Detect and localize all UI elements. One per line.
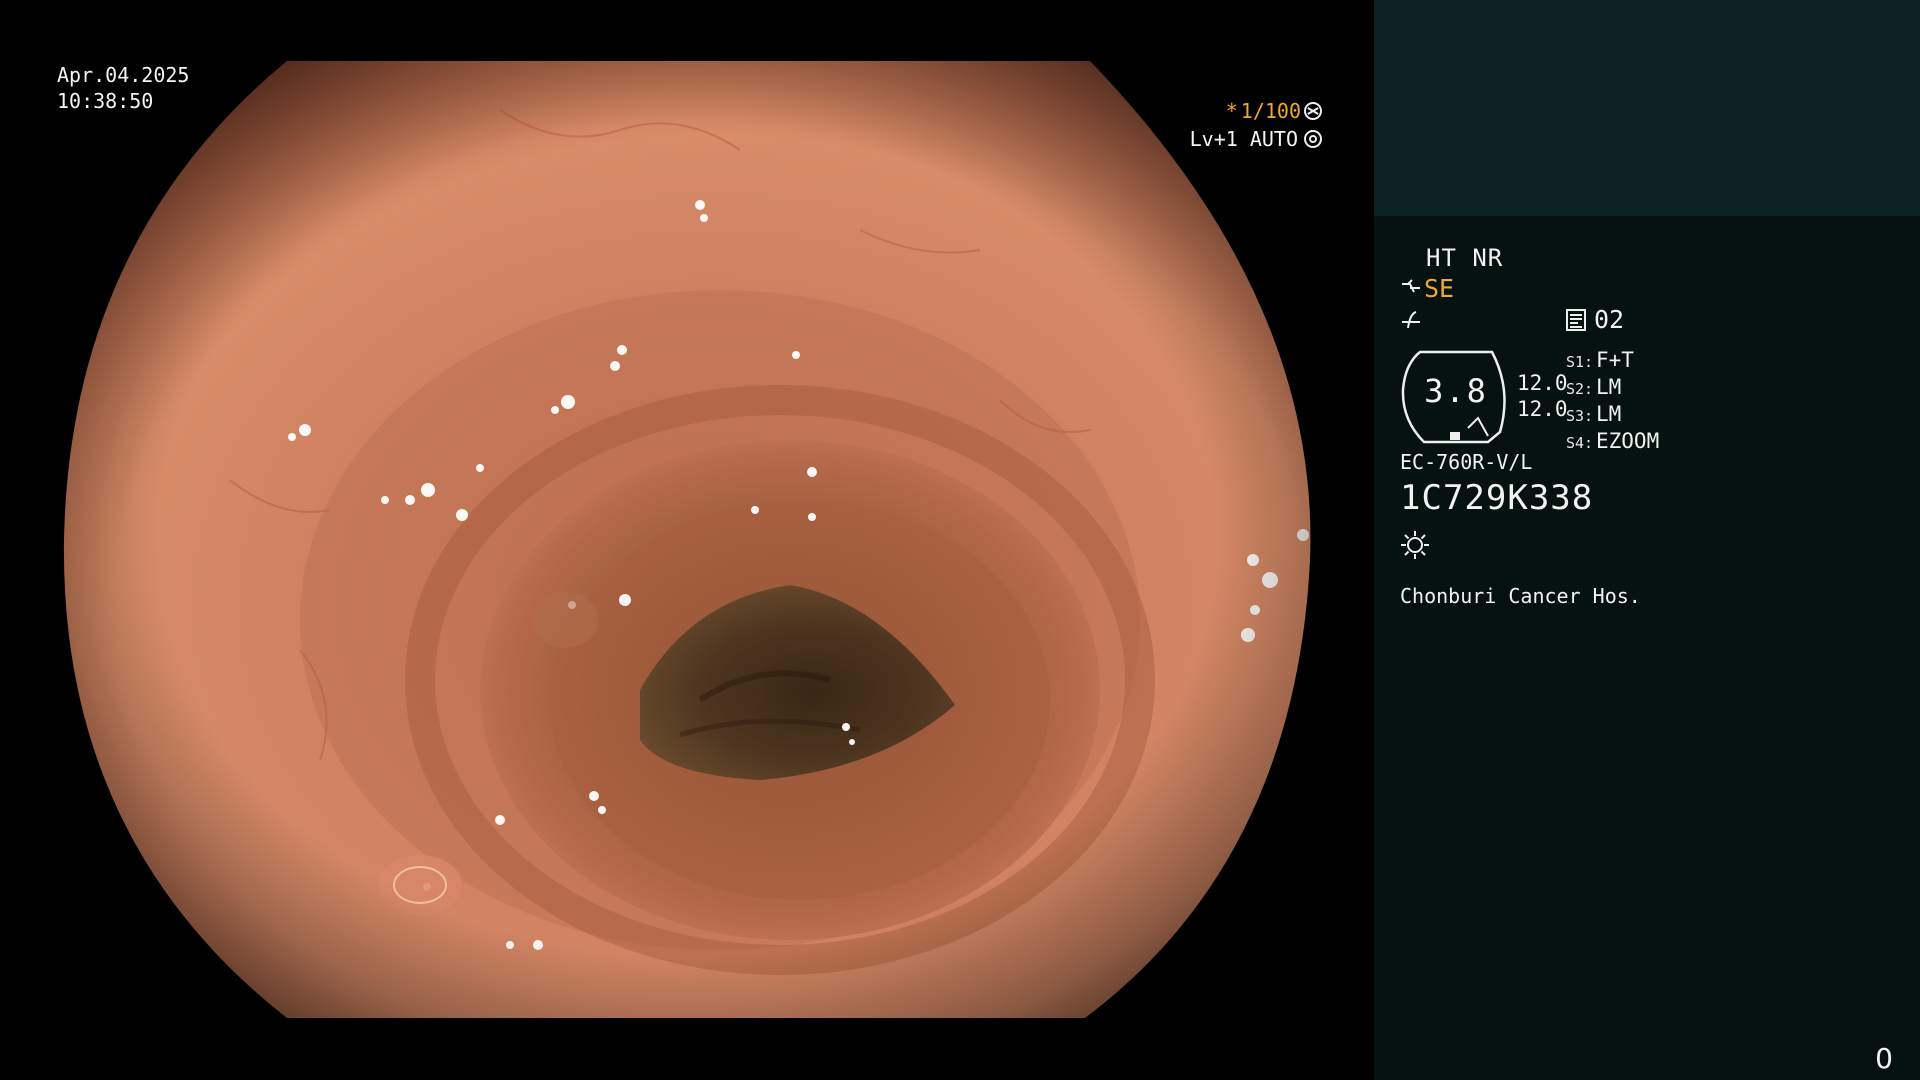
scope-serial: 1C729K338	[1400, 478, 1594, 518]
switch-value: LM	[1596, 375, 1622, 399]
structure-enhance-row: SE	[1400, 274, 1454, 303]
gauge-value: 3.8	[1424, 372, 1488, 410]
time-text: 10:38:50	[57, 89, 154, 113]
memo-icon	[1566, 308, 1586, 331]
shutter-star: *	[1225, 99, 1238, 123]
switch-row: S4: EZOOM	[1566, 429, 1659, 456]
switch-key: S3:	[1566, 407, 1594, 425]
endoscopic-image	[63, 61, 1311, 1018]
info-content: HT NR SE 02 3.8 12.0 12.0 S1: F+T S2: LM…	[1374, 0, 1920, 1080]
switch-value: LM	[1596, 402, 1622, 426]
switch-value: F+T	[1596, 348, 1634, 372]
curve-icon	[1402, 311, 1420, 329]
image-counter: 0	[1875, 1042, 1893, 1075]
scope-model: EC-760R-V/L	[1400, 450, 1533, 474]
gauge-upper: 12.0	[1517, 371, 1568, 395]
switch-row: S3: LM	[1566, 402, 1659, 429]
scope-switch-settings: S1: F+T S2: LM S3: LM S4: EZOOM	[1566, 348, 1659, 456]
switch-key: S4:	[1566, 434, 1594, 452]
info-panel: HT NR SE 02 3.8 12.0 12.0 S1: F+T S2: LM…	[1374, 0, 1920, 1080]
hospital-name: Chonburi Cancer Hos.	[1400, 584, 1641, 608]
gauge-numbers: 12.0 12.0	[1517, 370, 1568, 422]
light-icon	[1401, 531, 1429, 559]
ht-nr-label: HT NR	[1426, 244, 1504, 272]
switch-key: S2:	[1566, 380, 1594, 398]
switch-row: S2: LM	[1566, 375, 1659, 402]
switch-key: S1:	[1566, 353, 1594, 371]
endoscopy-screen: Apr.04.2025 10:38:50 * 1/100 Lv+1 AUTO HT…	[0, 0, 1920, 1080]
shutter-speed: * 1/100	[1226, 98, 1322, 124]
endoscope-view-area: Apr.04.2025 10:38:50 * 1/100 Lv+1 AUTO	[0, 0, 1374, 1080]
switch-row: S1: F+T	[1566, 348, 1659, 375]
brightness-level: Lv+1 AUTO	[1190, 126, 1322, 152]
structure-enhance-label: SE	[1424, 274, 1455, 303]
aperture-icon	[1304, 102, 1322, 120]
structure-icon	[1400, 278, 1422, 300]
switch-value: EZOOM	[1596, 429, 1660, 453]
memo-row: 02	[1566, 305, 1624, 334]
level-text: Lv+1 AUTO	[1189, 127, 1298, 151]
date-text: Apr.04.2025	[57, 63, 190, 87]
auto-iris-icon	[1304, 130, 1322, 148]
date-time-stamp: Apr.04.2025 10:38:50	[57, 62, 189, 114]
shutter-value: 1/100	[1240, 99, 1301, 123]
memo-number: 02	[1594, 305, 1625, 334]
gauge-lower: 12.0	[1517, 397, 1568, 421]
zoom-gauge: 3.8	[1400, 350, 1516, 444]
